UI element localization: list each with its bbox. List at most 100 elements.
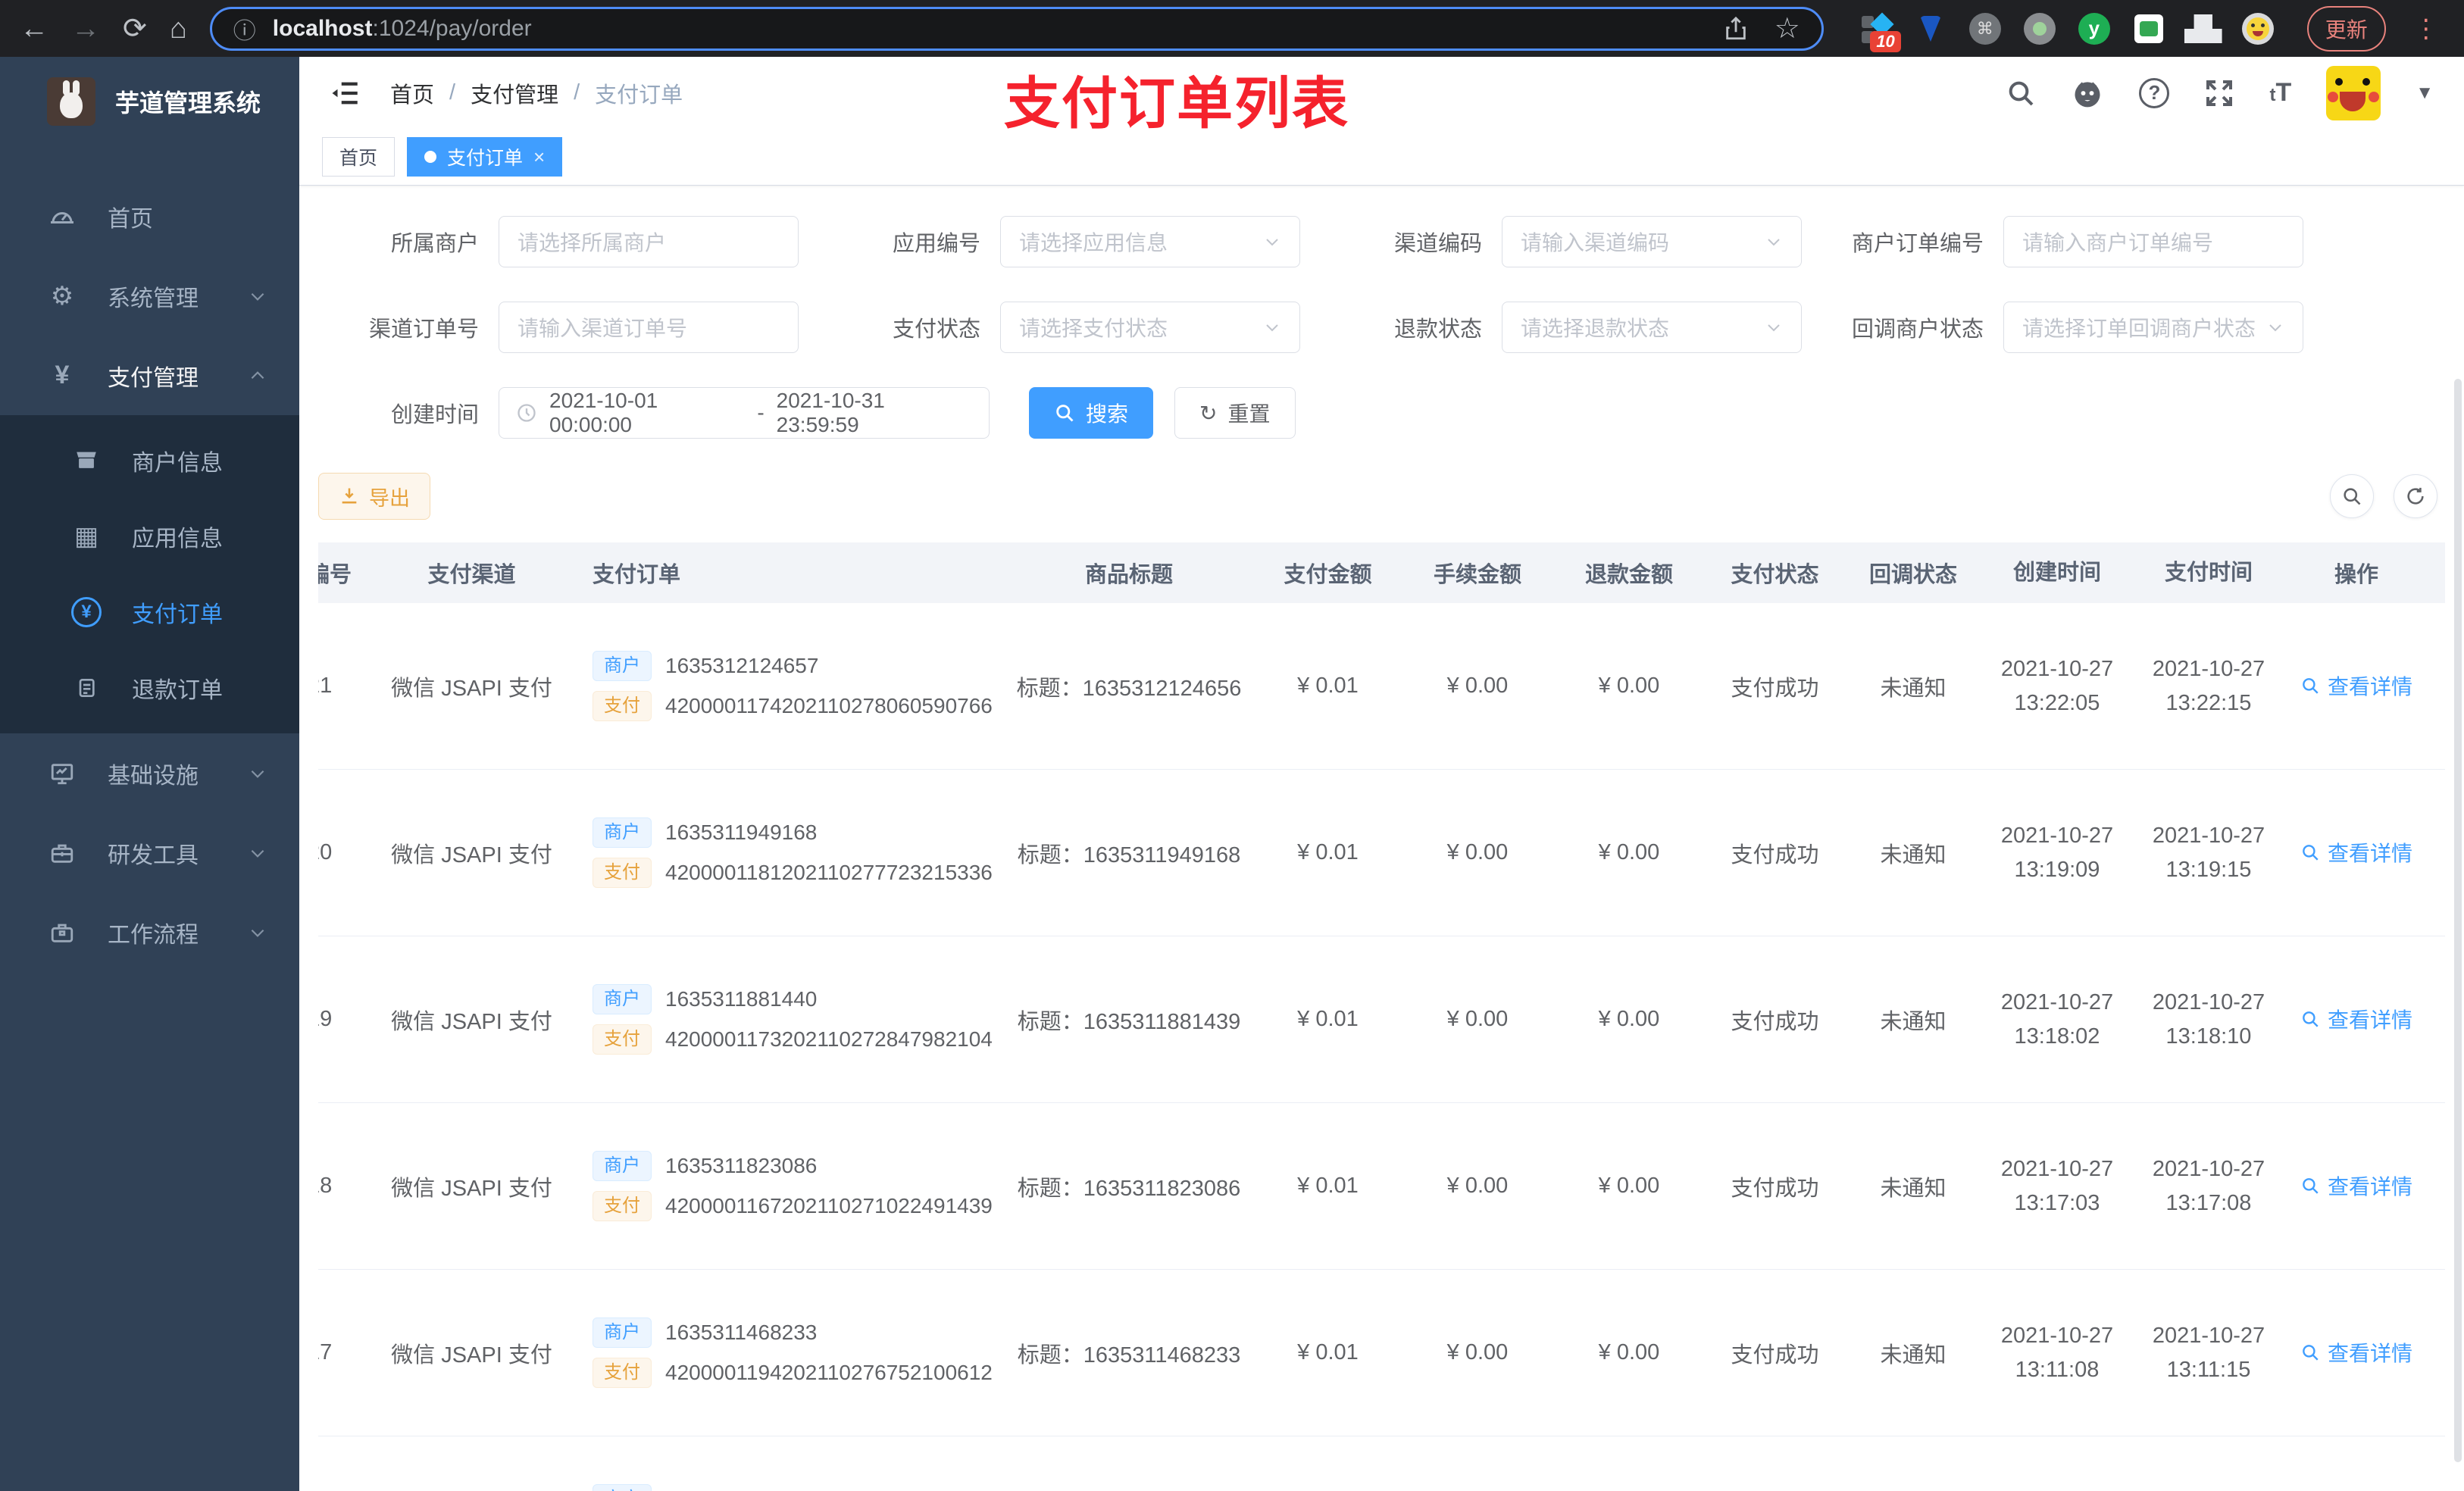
sidebar-item-pay-order[interactable]: ¥ 支付订单 <box>0 574 299 650</box>
channel-order-no-input[interactable]: 请输入渠道订单号 <box>499 302 799 353</box>
field-label: 商户订单编号 <box>1851 232 1984 256</box>
help-icon[interactable]: ? <box>2139 77 2170 108</box>
sidebar-item-home[interactable]: 首页 <box>0 177 299 256</box>
created-time: 2021-10-27 13:17:03 <box>2000 1156 2114 1215</box>
browser-update-button[interactable]: 更新 <box>2306 5 2386 52</box>
view-detail-link[interactable]: 查看详情 <box>2300 1171 2412 1201</box>
browser-home-icon[interactable]: ⌂ <box>170 14 187 43</box>
merchant-order-no-input[interactable]: 请输入商户订单编号 <box>2003 216 2303 267</box>
refresh-icon <box>2407 487 2424 505</box>
extension-record-icon[interactable] <box>2023 12 2056 45</box>
notify-status: 未通知 <box>1880 1009 1946 1034</box>
extension-emoji-icon[interactable] <box>2241 12 2274 45</box>
browser-reload-icon[interactable]: ⟳ <box>123 14 147 43</box>
create-time-range-picker[interactable]: 2021-10-01 00:00:00 - 2021-10-31 23:59:5… <box>499 387 990 439</box>
sidebar-item-dev-tools[interactable]: 研发工具 <box>0 813 299 892</box>
pay-order-numbers: 商户 1635311949168 支付 4200001181202110277723… <box>561 808 1004 898</box>
actions-cell: 查看详情 <box>2284 670 2428 702</box>
export-button[interactable]: 导出 <box>318 473 430 520</box>
col-pay-order: 支付订单 <box>593 563 681 587</box>
pay-tag: 支付 <box>593 1358 652 1388</box>
sidebar-item-infrastructure[interactable]: 基础设施 <box>0 733 299 813</box>
pay-status: 支付成功 <box>1731 676 1819 701</box>
field-label: 渠道订单号 <box>368 317 479 342</box>
close-icon[interactable]: × <box>533 145 545 169</box>
sidebar-item-workflow[interactable]: 工作流程 <box>0 892 299 972</box>
share-icon[interactable] <box>1723 16 1749 42</box>
search-icon <box>2344 488 2361 505</box>
product-title: 标题：1635311468233 <box>1017 1343 1241 1368</box>
toggle-search-button[interactable] <box>2330 474 2374 518</box>
filter-field-merchant-order-no: 商户订单编号 请输入商户订单编号 <box>1823 216 2325 267</box>
red-annotation-title: 支付订单列表 <box>1004 72 1349 135</box>
extension-chat-icon[interactable] <box>2133 13 2165 45</box>
fullscreen-icon[interactable] <box>2204 78 2234 108</box>
browser-menu-icon[interactable]: ⋮ <box>2413 14 2439 44</box>
sidebar-item-system[interactable]: ⚙ 系统管理 <box>0 256 299 336</box>
table-row: 21 微信 JSAPI 支付 商户 1635312124657 支付 4200001… <box>318 603 2445 770</box>
pay-status-select[interactable]: 请选择支付状态 <box>1000 302 1300 353</box>
pay-amount: ¥ 0.01 <box>1297 674 1359 698</box>
pay-order-numbers: 商户 1635312124657 支付 4200001174202110278060… <box>561 641 1004 731</box>
vertical-scrollbar[interactable] <box>2454 379 2462 1462</box>
browser-back-icon[interactable]: ← <box>20 14 48 43</box>
reset-button[interactable]: ↻ 重置 <box>1174 387 1296 439</box>
refund-amount: ¥ 0.00 <box>1598 840 1660 864</box>
browser-forward-icon[interactable]: → <box>71 14 100 43</box>
tag-pay-order[interactable]: 支付订单 × <box>407 137 563 177</box>
date-end[interactable]: 2021-10-31 23:59:59 <box>777 389 972 437</box>
sidebar-item-merchant-info[interactable]: 商户信息 <box>0 423 299 499</box>
pay-order-numbers: 商户1635311351796 支付 <box>561 1474 1004 1491</box>
avatar[interactable] <box>2326 65 2381 120</box>
col-status: 支付状态 <box>1731 563 1819 587</box>
extension-y-icon[interactable]: y <box>2078 12 2110 45</box>
breadcrumb-payment[interactable]: 支付管理 <box>471 77 558 109</box>
filter-field-refund-status: 退款状态 请选择退款状态 <box>1321 302 1823 353</box>
address-bar[interactable]: ⓘ localhost:1024/pay/order ☆ <box>209 6 1824 51</box>
avatar-caret-icon[interactable]: ▼ <box>2416 83 2434 104</box>
search-icon[interactable] <box>2006 78 2036 108</box>
order-id: 21 <box>318 674 333 698</box>
pay-amount: ¥ 0.01 <box>1297 840 1359 864</box>
order-id: 18 <box>318 1174 333 1198</box>
bookmark-star-icon[interactable]: ☆ <box>1775 14 1800 43</box>
view-detail-link[interactable]: 查看详情 <box>2300 670 2412 701</box>
app-no-select[interactable]: 请选择应用信息 <box>1000 216 1300 267</box>
refresh-table-button[interactable] <box>2394 474 2437 518</box>
view-detail-link[interactable]: 查看详情 <box>2300 1004 2412 1034</box>
url-text: localhost:1024/pay/order <box>273 16 532 42</box>
clock-icon <box>516 402 537 424</box>
sidebar-item-app-info[interactable]: ▦ 应用信息 <box>0 499 299 574</box>
sidebar-item-payment[interactable]: ¥ 支付管理 <box>0 336 299 415</box>
chevron-up-icon <box>248 366 267 386</box>
extension-command-icon[interactable]: ⌘ <box>1968 12 2001 45</box>
sidebar-fold-icon[interactable] <box>330 77 361 109</box>
field-label: 所属商户 <box>390 232 479 256</box>
tag-home[interactable]: 首页 <box>322 137 396 177</box>
refund-status-select[interactable]: 请选择退款状态 <box>1502 302 1802 353</box>
search-button[interactable]: 搜索 <box>1029 387 1154 439</box>
sidebar-item-refund-order[interactable]: 退款订单 <box>0 650 299 726</box>
site-info-icon[interactable]: ⓘ <box>233 12 256 45</box>
pay-order-no: 4200001173202110272847982104 <box>665 1027 993 1051</box>
app-logo-row[interactable]: 芋道管理系统 <box>0 57 299 146</box>
extensions-puzzle-icon[interactable]: ▟▙ <box>2184 13 2222 45</box>
view-detail-link[interactable]: 查看详情 <box>2300 1337 2412 1368</box>
yen-circle-icon: ¥ <box>70 597 103 627</box>
search-button-label: 搜索 <box>1086 402 1129 426</box>
extension-icon[interactable]: 10 <box>1860 11 1901 52</box>
date-start[interactable]: 2021-10-01 00:00:00 <box>549 389 745 437</box>
github-icon[interactable] <box>2071 77 2104 110</box>
extension-kite-icon[interactable] <box>1915 13 1946 45</box>
merchant-input[interactable]: 请选择所属商户 <box>499 216 799 267</box>
merchant-order-no: 1635312124657 <box>665 654 819 677</box>
notify-status-select[interactable]: 请选择订单回调商户状态 <box>2003 302 2303 353</box>
sidebar-item-label: 支付管理 <box>108 365 199 391</box>
channel-code-select[interactable]: 请输入渠道编码 <box>1502 216 1802 267</box>
font-size-icon[interactable]: tT <box>2269 78 2291 108</box>
search-icon <box>2303 678 2319 694</box>
filter-field-pay-status: 支付状态 请选择支付状态 <box>820 302 1321 353</box>
view-detail-link[interactable]: 查看详情 <box>2300 837 2412 867</box>
filter-field-notify-status: 回调商户状态 请选择订单回调商户状态 <box>1823 302 2325 353</box>
breadcrumb-home[interactable]: 首页 <box>390 77 434 109</box>
